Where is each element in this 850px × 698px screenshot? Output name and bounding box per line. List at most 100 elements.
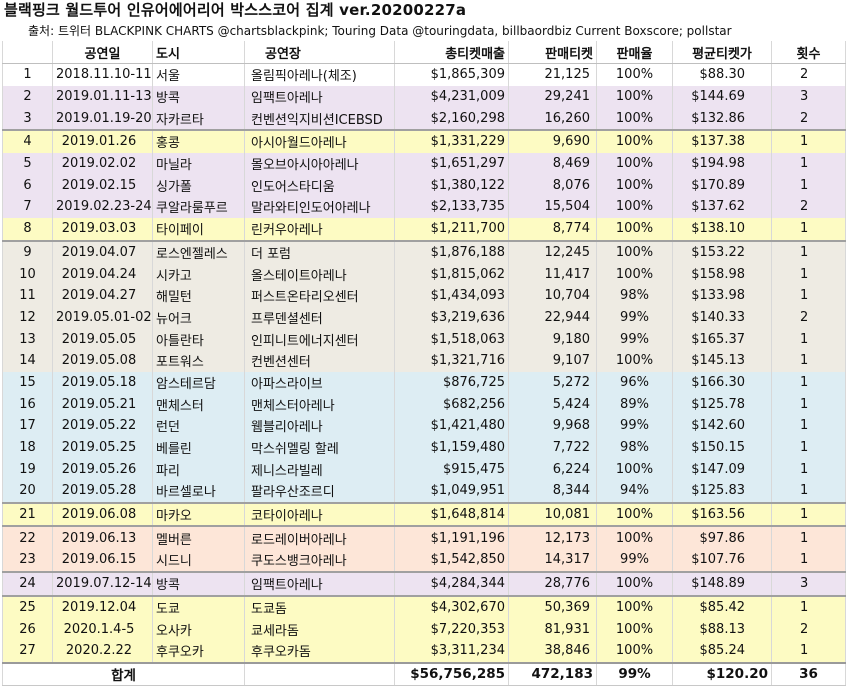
cell-tickets: 6,224 (508, 458, 597, 481)
cell-date: 2019.01.19-20 (52, 107, 153, 131)
cell-count: 1 (771, 152, 846, 175)
table-row: 26 2020.1.4-5 오사카 쿄세라돔 $7,220,353 81,931 100% $… (2, 618, 846, 640)
cell-rate: 100% (596, 174, 673, 197)
table-row: 23 2019.06.15 시드니 쿠도스뱅크아레나 $1,542,850 14,317 9… (2, 549, 846, 572)
cell-avg: $147.09 (672, 458, 772, 481)
cell-rate: 100% (596, 62, 673, 86)
cell-avg: $170.89 (672, 174, 772, 197)
cell-rate: 96% (596, 371, 673, 394)
cell-tickets: 9,968 (508, 415, 597, 437)
table-row: 17 2019.05.22 런던 웸블리아레나 $1,421,480 9,968 99% $1… (2, 415, 846, 437)
cell-tickets: 81,931 (508, 618, 597, 640)
cell-city: 마닐라 (152, 152, 245, 175)
cell-avg: $163.56 (672, 501, 772, 527)
cell-city: 시드니 (152, 549, 245, 572)
cell-city: 아틀란타 (152, 328, 245, 350)
cell-sales: $4,231,009 (394, 85, 509, 108)
cell-no: 4 (2, 129, 53, 153)
cell-rate: 99% (596, 306, 673, 329)
table-row: 18 2019.05.25 베를린 막스쉬멜링 할레 $1,159,480 7,722 98… (2, 436, 846, 459)
cell-count: 1 (771, 594, 846, 619)
cell-date: 2019.06.15 (52, 549, 153, 572)
cell-city: 자카르타 (152, 107, 245, 131)
cell-venue: 제니스라빌레 (244, 458, 395, 481)
cell-sales: $1,865,309 (394, 62, 509, 86)
cell-date: 2019.05.25 (52, 436, 153, 459)
header-count: 횟수 (771, 41, 846, 64)
cell-avg: $158.98 (672, 263, 772, 285)
cell-no: 8 (2, 217, 53, 241)
cell-rate: 99% (596, 328, 673, 350)
cell-date: 2020.2.22 (52, 639, 153, 663)
cell-city: 도쿄 (152, 594, 245, 619)
cell-tickets: 8,469 (508, 152, 597, 175)
cell-avg: $85.42 (672, 594, 772, 619)
cell-venue: 프루덴셜센터 (244, 306, 395, 329)
cell-venue: 아시아월드아레나 (244, 129, 395, 153)
cell-rate: 100% (596, 85, 673, 108)
cell-city: 쿠알라룸푸르 (152, 196, 245, 218)
cell-venue: 쿄세라돔 (244, 618, 395, 640)
cell-sales: $4,302,670 (394, 594, 509, 619)
cell-rate: 100% (596, 129, 673, 153)
table-row: 3 2019.01.19-20 자카르타 컨벤션익지비션ICEBSD $2,160,29… (2, 107, 846, 131)
cell-date: 2019.02.15 (52, 174, 153, 197)
cell-sales: $1,049,951 (394, 480, 509, 503)
cell-count: 1 (771, 349, 846, 372)
cell-date: 2019.05.08 (52, 349, 153, 372)
table-row: 15 2019.05.18 암스테르담 아파스라이브 $876,725 5,272 96% $… (2, 371, 846, 394)
cell-no: 11 (2, 284, 53, 307)
cell-avg: $145.13 (672, 349, 772, 372)
cell-sales: $1,542,850 (394, 549, 509, 572)
cell-tickets: 14,317 (508, 549, 597, 572)
cell-venue: 쿠도스뱅크아레나 (244, 549, 395, 572)
total-count: 36 (771, 661, 846, 687)
cell-date: 2019.03.03 (52, 217, 153, 241)
cell-date: 2019.02.02 (52, 152, 153, 175)
cell-city: 방콕 (152, 85, 245, 108)
cell-count: 1 (771, 263, 846, 285)
cell-count: 1 (771, 525, 846, 550)
cell-date: 2019.05.05 (52, 328, 153, 350)
cell-rate: 100% (596, 217, 673, 241)
cell-avg: $137.62 (672, 196, 772, 218)
cell-rate: 94% (596, 480, 673, 503)
cell-no: 21 (2, 501, 53, 527)
cell-avg: $148.89 (672, 570, 772, 596)
cell-no: 6 (2, 174, 53, 197)
cell-sales: $1,518,063 (394, 328, 509, 350)
cell-tickets: 8,774 (508, 217, 597, 241)
table-row: 13 2019.05.05 아틀란타 인피니트에너지센터 $1,518,063 9,180… (2, 328, 846, 350)
cell-sales: $3,311,234 (394, 639, 509, 663)
cell-venue: 컨벤션익지비션ICEBSD (244, 107, 395, 131)
cell-date: 2019.04.27 (52, 284, 153, 307)
cell-date: 2019.07.12-14 (52, 570, 153, 596)
cell-rate: 100% (596, 570, 673, 596)
cell-sales: $1,421,480 (394, 415, 509, 437)
cell-avg: $88.13 (672, 618, 772, 640)
table-row: 21 2019.06.08 마카오 코타이아레나 $1,648,814 10,081 100… (2, 501, 846, 527)
cell-count: 2 (771, 196, 846, 218)
cell-no: 25 (2, 594, 53, 619)
cell-rate: 100% (596, 263, 673, 285)
cell-tickets: 29,241 (508, 85, 597, 108)
cell-tickets: 11,417 (508, 263, 597, 285)
cell-rate: 100% (596, 349, 673, 372)
cell-venue: 임팩트아레나 (244, 570, 395, 596)
cell-tickets: 8,076 (508, 174, 597, 197)
cell-city: 싱가폴 (152, 174, 245, 197)
cell-sales: $876,725 (394, 371, 509, 394)
cell-no: 9 (2, 239, 53, 264)
cell-rate: 99% (596, 549, 673, 572)
cell-rate: 99% (596, 415, 673, 437)
cell-count: 1 (771, 284, 846, 307)
cell-no: 10 (2, 263, 53, 285)
cell-no: 14 (2, 349, 53, 372)
total-venue-cell (244, 661, 395, 687)
cell-city: 파리 (152, 458, 245, 481)
cell-city: 맨체스터 (152, 393, 245, 415)
cell-no: 20 (2, 480, 53, 503)
cell-no: 22 (2, 525, 53, 550)
cell-rate: 100% (596, 239, 673, 264)
cell-sales: $7,220,353 (394, 618, 509, 640)
